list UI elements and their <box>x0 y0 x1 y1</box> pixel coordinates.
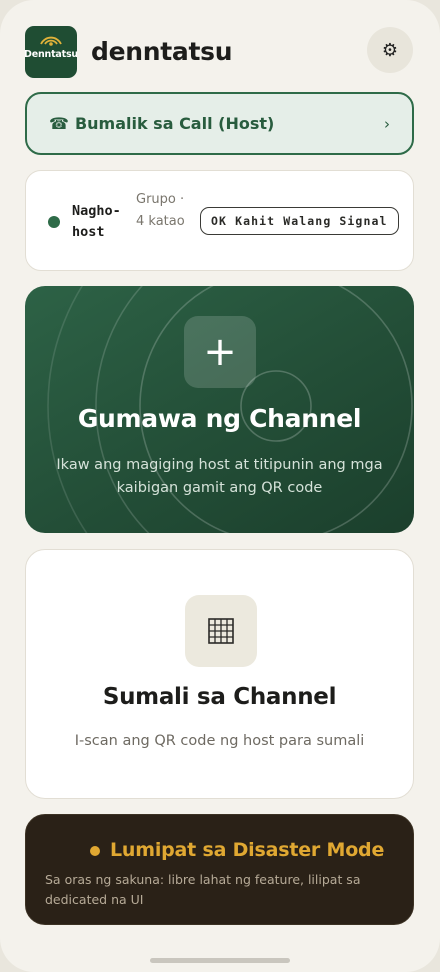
hosting-status: Nagho-host <box>72 201 126 243</box>
phone-icon: ☎ <box>49 114 69 133</box>
app-screen: Denntatsu denntatsu ⚙ ☎ Bumalik sa Call … <box>0 0 440 972</box>
app-title: denntatsu <box>91 37 233 66</box>
join-channel-description: I-scan ang QR code ng host para sumali <box>74 733 365 749</box>
create-channel-card[interactable]: + Gumawa ng Channel Ikaw ang magiging ho… <box>25 286 414 533</box>
offline-ok-badge: OK Kahit Walang Signal <box>200 207 399 235</box>
group-count: Grupo · 4 katao <box>136 189 186 233</box>
qr-grid-icon <box>185 595 257 667</box>
disaster-mode-title: Lumipat sa Disaster Mode <box>110 839 385 861</box>
rejoin-call-button[interactable]: ☎ Bumalik sa Call (Host) › <box>25 92 414 155</box>
join-channel-title: Sumali sa Channel <box>102 684 337 710</box>
status-card: Nagho-host Grupo · 4 katao OK Kahit Wala… <box>25 170 414 271</box>
header: Denntatsu denntatsu ⚙ <box>25 25 415 78</box>
status-dot <box>48 216 60 228</box>
chevron-right-icon: › <box>384 114 390 133</box>
app-logo: Denntatsu <box>25 25 77 78</box>
gear-icon: ⚙ <box>381 39 399 61</box>
signal-waves-icon <box>40 36 62 46</box>
create-channel-title: Gumawa ng Channel <box>77 404 362 433</box>
warning-dot-icon <box>90 846 100 856</box>
settings-button[interactable]: ⚙ <box>367 27 413 73</box>
rejoin-call-label: Bumalik sa Call (Host) <box>74 114 275 133</box>
create-channel-description: Ikaw ang magiging host at titipunin ang … <box>56 457 383 496</box>
home-indicator[interactable] <box>150 958 290 963</box>
disaster-mode-button[interactable]: Lumipat sa Disaster Mode Sa oras ng saku… <box>25 814 414 925</box>
group-count-label: Grupo · 4 katao <box>136 192 185 229</box>
disaster-mode-description: Sa oras ng sakuna: libre lahat ng featur… <box>45 872 361 907</box>
plus-icon: + <box>184 316 256 388</box>
hosting-label: Nagho-host <box>72 203 121 240</box>
join-channel-card[interactable]: Sumali sa Channel I-scan ang QR code ng … <box>25 549 414 799</box>
logo-text: Denntatsu <box>25 48 77 60</box>
